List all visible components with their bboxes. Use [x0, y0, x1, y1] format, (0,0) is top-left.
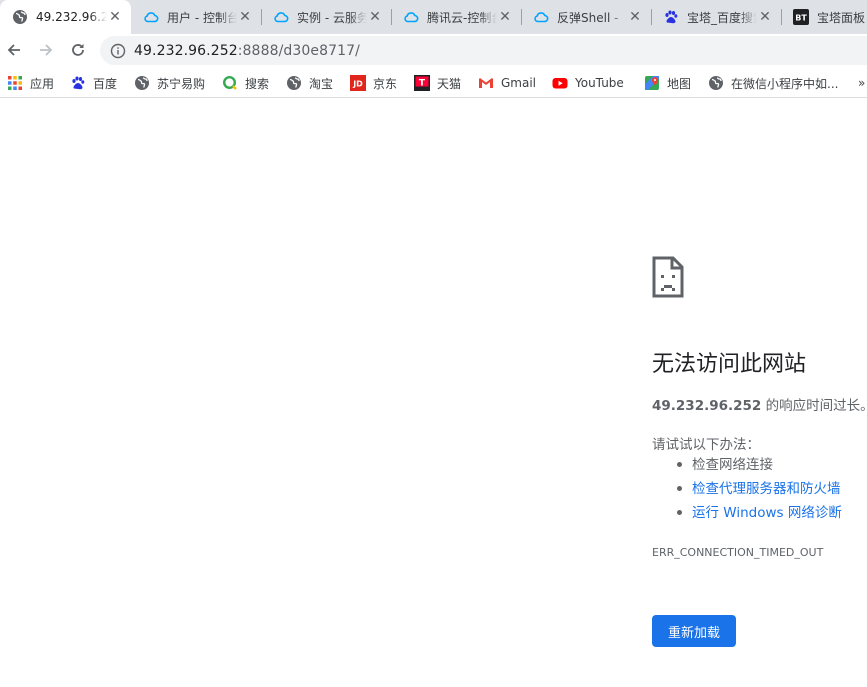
bookmark-baidu[interactable]: 百度 [70, 73, 117, 93]
chevron-right-icon: » [858, 76, 866, 90]
tab-reverse-shell[interactable]: 反弹Shell - ✕ [521, 0, 651, 34]
bookmark-label: 搜索 [245, 76, 270, 91]
bookmarks-bar: 应用 百度 苏宁易购 搜索 淘宝 JD 京东 T 天猫 Gmail YouTub… [0, 68, 867, 98]
tab-baota-panel[interactable]: BT 宝塔面板 [781, 0, 867, 34]
try-label: 请试试以下办法： [652, 437, 760, 453]
baidu-paw-icon [663, 9, 679, 25]
bookmark-label: 京东 [373, 76, 398, 91]
svg-text:T: T [419, 79, 426, 89]
tab-tencent-console[interactable]: 腾讯云-控制台 ✕ [391, 0, 521, 34]
error-code: ERR_CONNECTION_TIMED_OUT [652, 546, 824, 559]
close-icon[interactable]: ✕ [367, 9, 383, 25]
bt-icon: BT [793, 9, 809, 25]
error-host: 49.232.96.252 [652, 398, 762, 414]
error-description: 49.232.96.252 的响应时间过长。 [652, 394, 867, 414]
tmall-icon: T [414, 75, 430, 91]
bookmark-label: 应用 [30, 76, 55, 91]
arrow-right-icon [40, 44, 53, 56]
reload-button[interactable] [64, 36, 92, 64]
globe-icon [708, 75, 724, 91]
tencent-cloud-icon [273, 9, 289, 25]
error-title: 无法访问此网站 [652, 352, 807, 377]
url-host: 49.232.96.252 [134, 42, 238, 59]
tab-title: 腾讯云-控制台 [427, 10, 497, 25]
youtube-icon [552, 75, 568, 91]
tencent-cloud-icon [143, 9, 159, 25]
reload-icon [72, 44, 84, 56]
back-button[interactable] [0, 36, 28, 64]
tab-users-console[interactable]: 用户 - 控制台 ✕ [131, 0, 261, 34]
url-text: 49.232.96.252:8888/d30e8717/ [134, 43, 360, 59]
tab-title: 49.232.96.252:8888/d30e8717/ [36, 10, 107, 24]
tab-title: 宝塔_百度搜索 [687, 10, 757, 25]
baidu-paw-icon [70, 75, 86, 91]
bookmark-taobao[interactable]: 淘宝 [286, 73, 333, 93]
svg-text:BT: BT [795, 14, 807, 23]
maps-icon [644, 75, 660, 91]
error-desc-suffix: 的响应时间过长。 [761, 398, 867, 414]
globe-icon [12, 9, 28, 25]
sad-page-icon [651, 255, 685, 299]
address-bar[interactable]: 49.232.96.252:8888/d30e8717/ [100, 36, 867, 65]
bookmark-apps[interactable]: 应用 [7, 73, 54, 93]
bookmark-label: 淘宝 [309, 76, 334, 91]
bookmark-jd[interactable]: JD 京东 [350, 73, 397, 93]
toolbar: 49.232.96.252:8888/d30e8717/ [0, 34, 867, 68]
suggestion-check-proxy-link[interactable]: 检查代理服务器和防火墙 [676, 480, 842, 504]
tencent-cloud-icon [533, 9, 549, 25]
tab-title: 用户 - 控制台 [167, 10, 237, 25]
tab-baota-baidu[interactable]: 宝塔_百度搜索 ✕ [651, 0, 781, 34]
bookmark-label: YouTube [575, 76, 624, 90]
close-icon[interactable]: ✕ [627, 9, 643, 25]
bookmark-maps[interactable]: 地图 [644, 73, 691, 93]
suggestion-run-diagnostics-link[interactable]: 运行 Windows 网络诊断 [676, 504, 842, 528]
jd-icon: JD [350, 75, 366, 91]
bookmark-search[interactable]: 搜索 [222, 73, 269, 93]
bookmark-label: 地图 [667, 76, 692, 91]
bookmark-label: 苏宁易购 [157, 76, 206, 91]
bookmark-suning[interactable]: 苏宁易购 [134, 73, 205, 93]
url-path: :8888/d30e8717/ [237, 42, 360, 59]
tencent-cloud-icon [403, 9, 419, 25]
bookmark-tmall[interactable]: T 天猫 [414, 73, 461, 93]
suggestion-check-network: 检查网络连接 [676, 456, 842, 480]
suggestions-list: 检查网络连接 检查代理服务器和防火墙 运行 Windows 网络诊断 [676, 456, 842, 528]
gmail-icon [478, 75, 494, 91]
bookmark-label: 百度 [93, 76, 118, 91]
search-circle-icon [222, 75, 238, 91]
tab-current[interactable]: 49.232.96.252:8888/d30e8717/ ✕ [0, 0, 131, 34]
tab-title: 宝塔面板 [817, 10, 866, 25]
globe-icon [134, 75, 150, 91]
globe-icon [286, 75, 302, 91]
tab-strip: 49.232.96.252:8888/d30e8717/ ✕ 用户 - 控制台 … [0, 0, 867, 34]
close-icon[interactable]: ✕ [757, 9, 773, 25]
info-icon[interactable] [110, 43, 126, 59]
bookmark-label: Gmail [501, 76, 537, 90]
tab-title: 实例 - 云服务器 [297, 10, 367, 25]
svg-text:JD: JD [352, 80, 363, 89]
bookmark-youtube[interactable]: YouTube [552, 73, 624, 93]
apps-grid-icon [7, 75, 23, 91]
bookmark-label: 天猫 [437, 76, 462, 91]
arrow-left-icon [7, 44, 20, 56]
tab-title: 反弹Shell - [557, 10, 619, 25]
close-icon[interactable]: ✕ [107, 9, 123, 25]
bookmark-wechat-miniprogram[interactable]: 在微信小程序中如... [708, 73, 838, 93]
tab-instances[interactable]: 实例 - 云服务器 ✕ [261, 0, 391, 34]
reload-page-button[interactable]: 重新加载 [652, 615, 736, 647]
bookmark-label: 在微信小程序中如... [731, 76, 839, 91]
forward-button[interactable] [32, 36, 60, 64]
bookmark-gmail[interactable]: Gmail [478, 73, 536, 93]
close-icon[interactable]: ✕ [237, 9, 253, 25]
bookmarks-overflow-button[interactable]: » [858, 73, 865, 93]
close-icon[interactable]: ✕ [497, 9, 513, 25]
